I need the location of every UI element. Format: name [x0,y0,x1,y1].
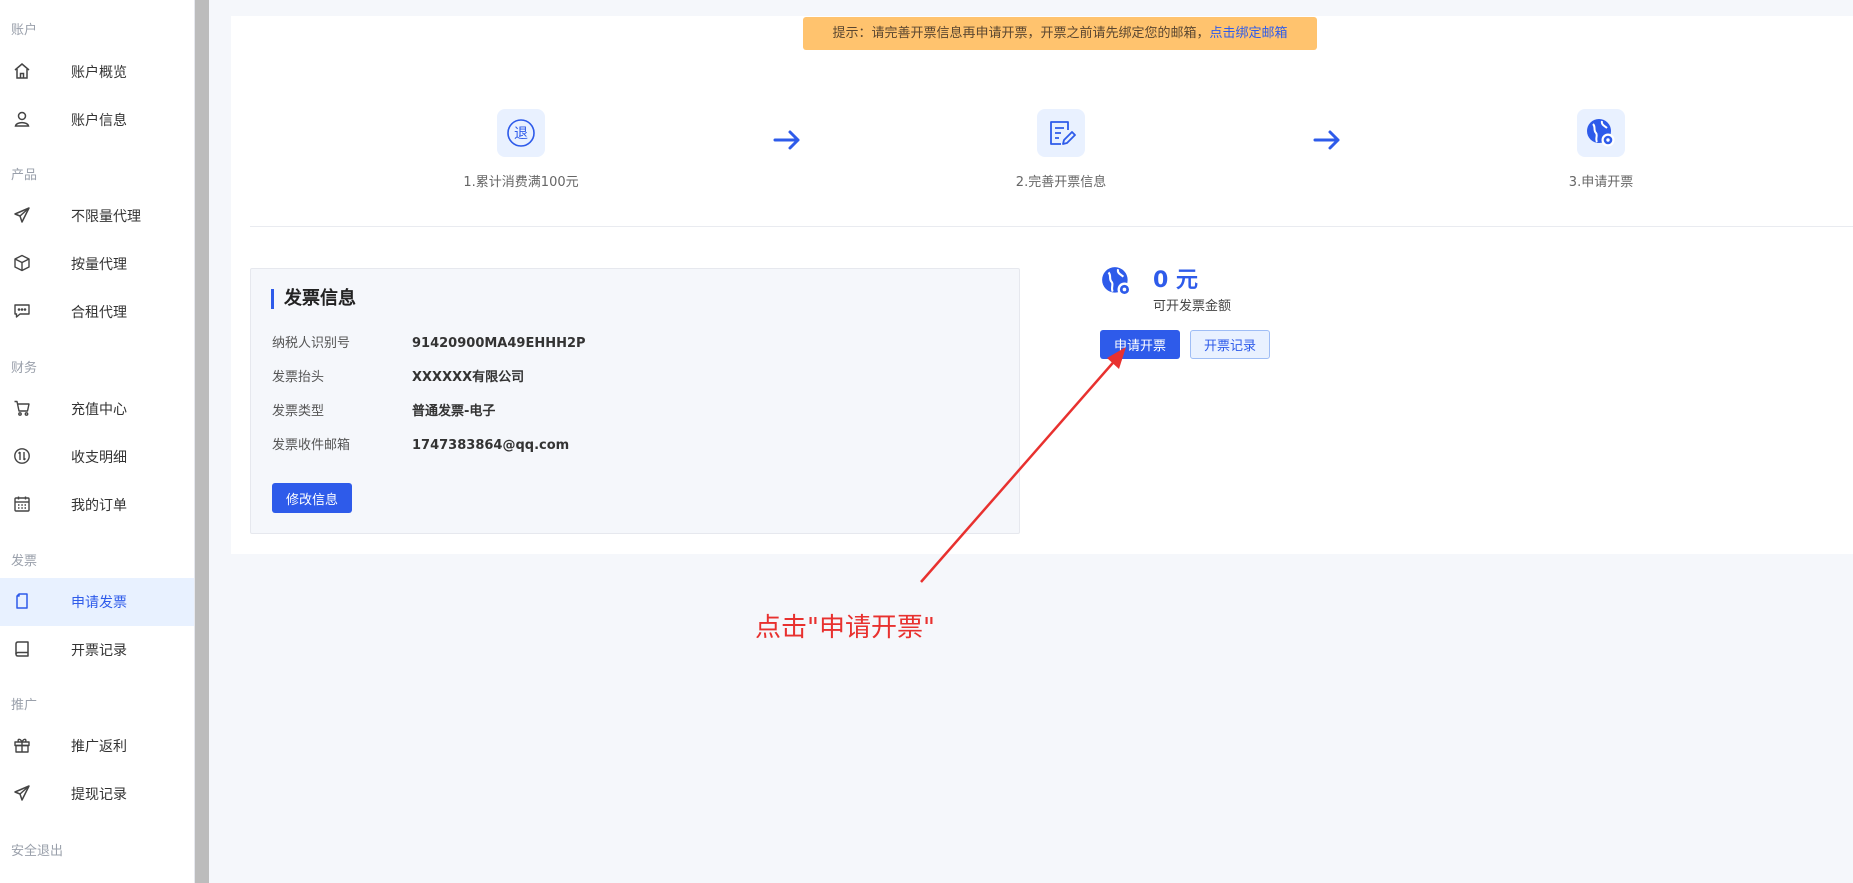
info-value: 1747383864@qq.com [412,438,570,453]
sidebar-item-label: 按量代理 [71,257,127,273]
invoiceable-amount: 0 元 [1153,268,1198,293]
edit-info-button[interactable]: 修改信息 [272,483,352,513]
sidebar-item-label: 推广返利 [71,739,127,755]
info-key: 纳税人识别号 [272,336,351,351]
invoice-info-card: 发票信息 纳税人识别号 91420900MA49EHHH2P 发票抬头 XXXX… [250,268,1020,534]
refund-glyph: 退 [514,126,528,142]
user-icon [13,110,31,128]
annotation-text: 点击"申请开票" [755,613,935,643]
edit-form-icon [1037,109,1085,157]
section-invoice: 发票 [11,554,38,569]
info-key: 发票类型 [272,404,325,419]
sidebar-item-apply-invoice[interactable]: 申请发票 [0,578,194,626]
sidebar-item-label: 合租代理 [71,305,127,321]
notice-banner: 提示：请完善开票信息再申请开票，开票之前请先绑定您的邮箱，点击绑定邮箱 [803,17,1317,50]
section-finance: 财务 [11,361,38,376]
cube-icon [13,254,31,272]
sidebar-item-label: 申请发票 [71,595,127,611]
apply-invoice-button[interactable]: 申请开票 [1100,330,1180,359]
section-promotion: 推广 [11,698,38,713]
home-icon [13,62,31,80]
sidebar-item-overview[interactable]: 账户概览 [0,48,194,96]
document-icon [13,592,31,610]
sidebar-item-invoice-records[interactable]: 开票记录 [0,626,194,674]
card-title: 发票信息 [271,289,356,309]
step-2: 2.完善开票信息 [961,109,1161,190]
notice-text: 提示：请完善开票信息再申请开票，开票之前请先绑定您的邮箱， [832,26,1210,41]
info-value: 91420900MA49EHHH2P [412,336,586,351]
bind-email-link[interactable]: 点击绑定邮箱 [1210,26,1288,41]
sidebar-item-label: 账户信息 [71,113,127,129]
sidebar-item-referral-rebate[interactable]: 推广返利 [0,722,194,770]
send-icon [13,784,31,802]
sidebar-item-orders[interactable]: 我的订单 [0,481,194,529]
sidebar-item-transactions[interactable]: 收支明细 [0,433,194,481]
arrow-right-icon [773,130,800,150]
step-3: 3.申请开票 [1501,109,1701,190]
section-account: 账户 [11,23,38,38]
balance-icon [13,447,31,465]
sidebar-item-withdraw-records[interactable]: 提现记录 [0,770,194,818]
info-key: 发票抬头 [272,370,325,385]
sidebar-item-label: 账户概览 [71,65,127,81]
chat-icon [13,302,31,320]
sidebar-item-unlimited-proxy[interactable]: 不限量代理 [0,192,194,240]
calendar-icon [13,495,31,513]
send-icon [13,206,31,224]
sidebar-item-label: 充值中心 [71,402,127,418]
info-value: XXXXXX有限公司 [412,370,525,385]
sidebar-item-label: 收支明细 [71,450,127,466]
info-value: 普通发票-电子 [412,404,496,419]
sidebar: 账户 账户概览 账户信息 产品 不限量代理 按量代理 合租代理 财务 充值中心 … [0,0,195,883]
step-3-label: 3.申请开票 [1568,175,1634,190]
gift-icon [13,736,31,754]
divider [250,226,1853,227]
sidebar-item-label: 我的订单 [71,498,127,514]
sidebar-item-label: 提现记录 [71,787,127,803]
sidebar-item-rental-proxy[interactable]: 合租代理 [0,288,194,336]
arrow-right-icon [1313,130,1340,150]
sidebar-item-recharge[interactable]: 充值中心 [0,385,194,433]
section-product: 产品 [11,168,38,183]
sidebar-item-label: 开票记录 [71,643,127,659]
cart-icon [13,399,31,417]
sidebar-item-account-info[interactable]: 账户信息 [0,96,194,144]
sidebar-item-metered-proxy[interactable]: 按量代理 [0,240,194,288]
globe-gear-icon [1102,267,1132,297]
globe-gear-icon [1577,109,1625,157]
step-1-label: 1.累计消费满100元 [463,175,579,190]
invoiceable-amount-label: 可开发票金额 [1153,299,1232,314]
sidebar-scrollbar[interactable] [195,0,209,883]
refund-icon: 退 [497,109,545,157]
step-1: 退 1.累计消费满100元 [421,109,621,190]
info-key: 发票收件邮箱 [272,438,351,453]
sidebar-item-label: 不限量代理 [71,209,141,225]
book-icon [13,640,31,658]
step-2-label: 2.完善开票信息 [1015,175,1107,190]
logout-link[interactable]: 安全退出 [11,840,63,859]
invoice-records-button[interactable]: 开票记录 [1190,330,1270,359]
